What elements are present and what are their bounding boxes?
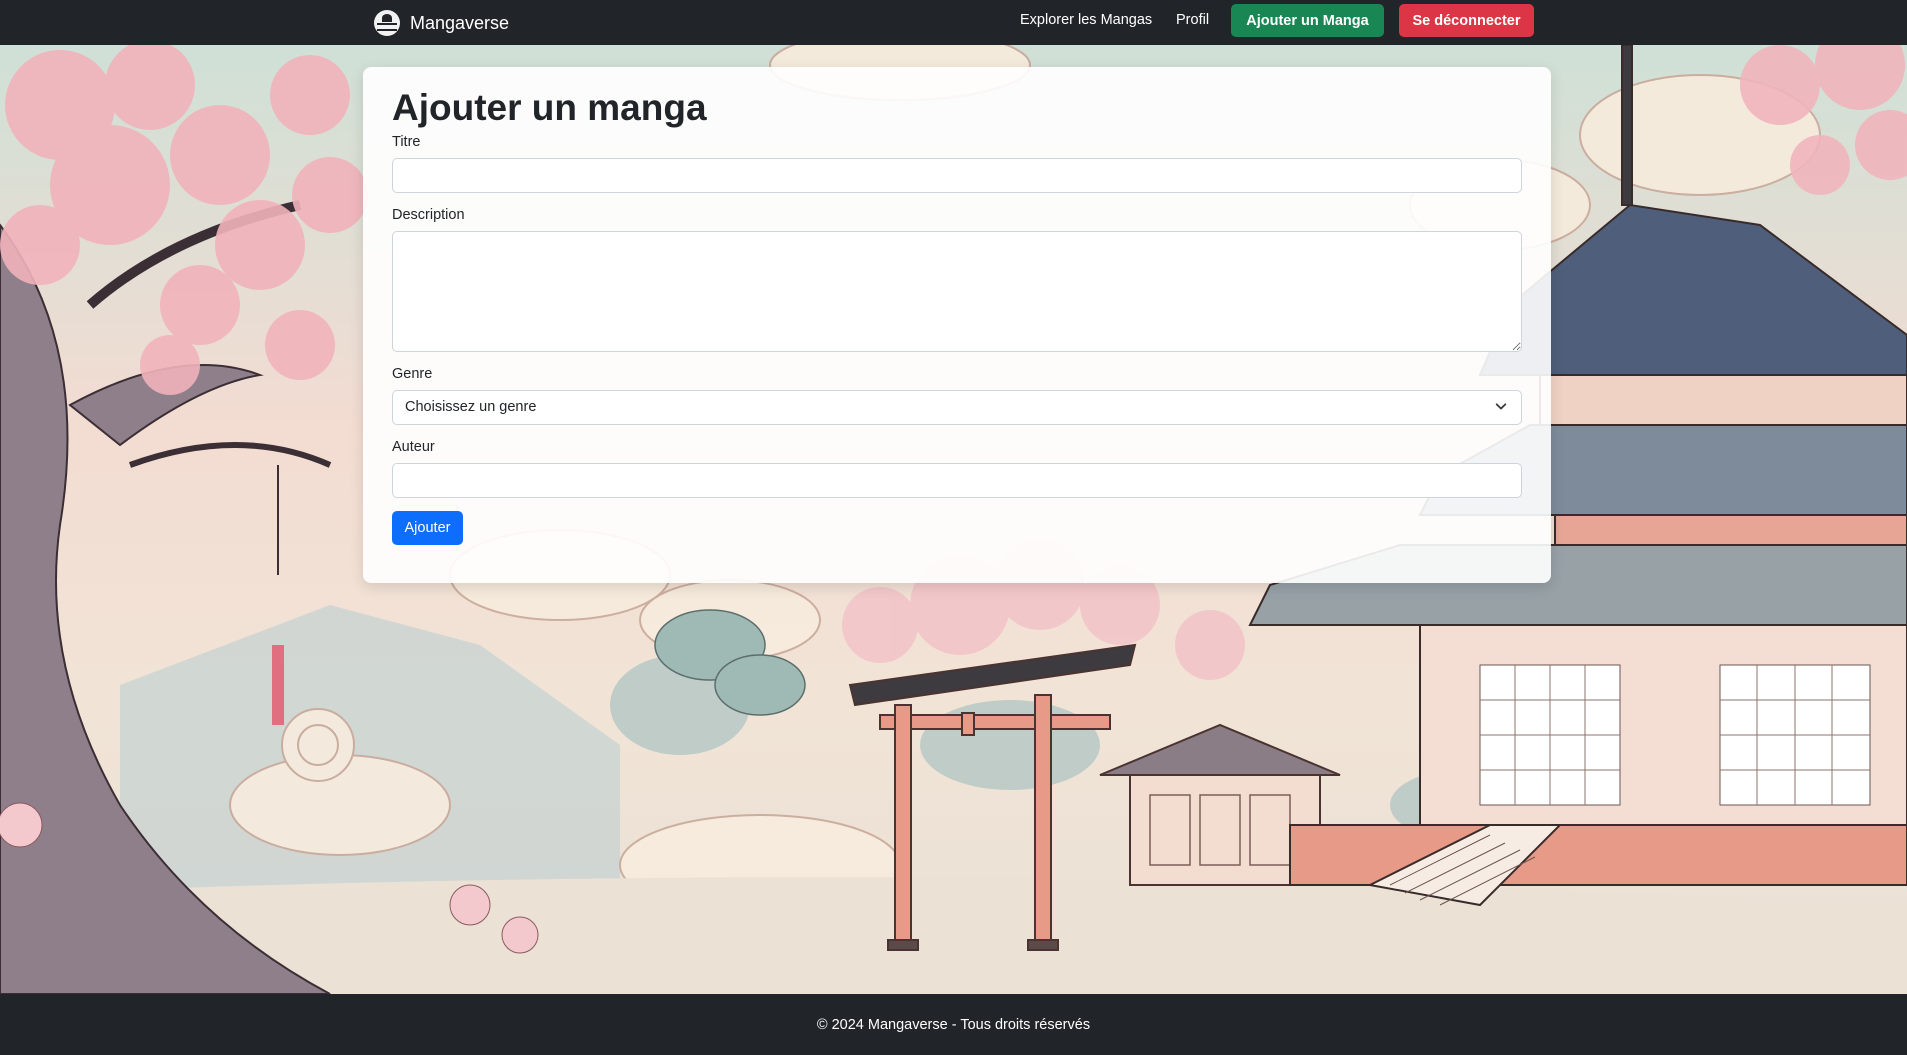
- add-manga-card: Ajouter un manga Titre Description Genre…: [363, 67, 1551, 583]
- title-label: Titre: [392, 133, 421, 150]
- author-label: Auteur: [392, 438, 435, 455]
- genre-label: Genre: [392, 365, 433, 382]
- chevron-down-icon: [1495, 402, 1507, 410]
- footer-copyright: © 2024 Mangaverse - Tous droits réservés: [816, 1016, 1091, 1033]
- add-manga-nav-button[interactable]: Ajouter un Manga: [1231, 4, 1384, 37]
- description-field-group: Description: [392, 207, 1522, 352]
- description-textarea[interactable]: [392, 230, 1522, 352]
- nav-link-profile[interactable]: Profil: [1176, 12, 1209, 28]
- brand-link[interactable]: Mangaverse: [374, 8, 509, 38]
- author-field-group: Auteur: [392, 439, 1522, 498]
- author-input[interactable]: [392, 462, 1522, 498]
- genre-select-value: Choisissez un genre: [392, 389, 1522, 425]
- footer: © 2024 Mangaverse - Tous droits réservés: [0, 994, 1907, 1055]
- title-field-group: Titre: [392, 134, 1522, 193]
- navbar: Mangaverse Explorer les Mangas Profil Aj…: [0, 0, 1907, 45]
- brand-name: Mangaverse: [410, 12, 510, 33]
- logout-button[interactable]: Se déconnecter: [1399, 4, 1534, 37]
- title-input[interactable]: [392, 157, 1522, 193]
- description-label: Description: [392, 206, 465, 223]
- genre-field-group: Genre Choisissez un genre: [392, 366, 1522, 425]
- submit-button[interactable]: Ajouter: [392, 510, 463, 545]
- mangaverse-logo-icon: [374, 10, 400, 36]
- genre-select[interactable]: Choisissez un genre: [392, 389, 1522, 425]
- page-title: Ajouter un manga: [392, 87, 707, 128]
- nav-link-explore[interactable]: Explorer les Mangas: [1020, 12, 1152, 28]
